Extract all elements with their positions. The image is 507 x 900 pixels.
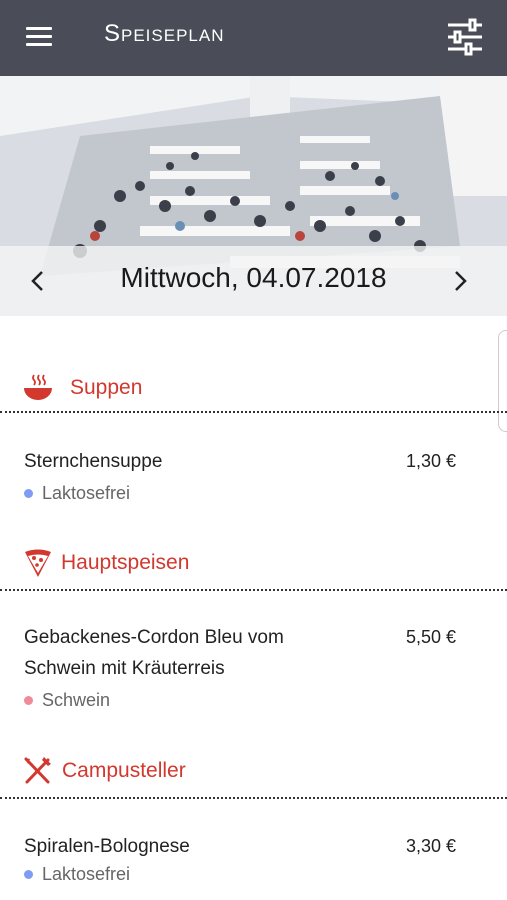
diet-tag: Laktosefrei (24, 483, 484, 504)
menu-item-price: 1,30 € (405, 451, 456, 471)
app-bar: Speiseplan (0, 0, 507, 76)
section-divider (0, 411, 507, 413)
menu-item[interactable]: Sternchensuppe 1,30 € Laktosefrei (24, 446, 484, 504)
date-navigation: Mittwoch, 04.07.2018 (0, 246, 507, 316)
menu-item-name: Sternchensuppe (24, 451, 163, 472)
diet-tag: Schwein (24, 690, 484, 711)
fork-knife-icon (22, 755, 54, 787)
diet-tag-label: Schwein (42, 690, 111, 710)
section-suppen: Suppen (0, 370, 507, 410)
sliders-icon[interactable] (444, 16, 486, 58)
section-hauptspeisen: Hauptspeisen (0, 545, 507, 585)
hamburger-icon[interactable] (22, 22, 56, 54)
selected-date: Mittwoch, 04.07.2018 (120, 262, 387, 293)
app-title: Speiseplan (104, 20, 225, 47)
chevron-right-icon[interactable] (440, 256, 480, 306)
diet-tag-label: Laktosefrei (42, 483, 131, 503)
section-campusteller: Campusteller (0, 753, 507, 793)
diet-tag-label: Laktosefrei (42, 864, 131, 884)
section-title-hauptspeisen: Hauptspeisen (61, 551, 190, 574)
menu-item-name: Gebackenes-Cordon Bleu vom Schwein mit K… (24, 627, 284, 679)
section-title-campusteller: Campusteller (62, 759, 186, 782)
section-divider (0, 797, 507, 799)
menu-item[interactable]: Gebackenes-Cordon Bleu vom Schwein mit K… (24, 622, 484, 711)
section-title-suppen: Suppen (70, 376, 143, 399)
menu-item[interactable]: Spiralen-Bolognese 3,30 € Laktosefrei (24, 831, 484, 885)
laktosefrei-dot (24, 870, 33, 879)
soup-bowl-icon (22, 372, 54, 404)
menu-item-name: Spiralen-Bolognese (24, 836, 190, 857)
schwein-dot (24, 696, 33, 705)
diet-tag: Laktosefrei (24, 864, 484, 885)
menu-item-price: 5,50 € (405, 627, 456, 647)
pizza-slice-icon (22, 547, 54, 579)
section-divider (0, 589, 507, 591)
menu-item-price: 3,30 € (405, 836, 456, 856)
laktosefrei-dot (24, 489, 33, 498)
